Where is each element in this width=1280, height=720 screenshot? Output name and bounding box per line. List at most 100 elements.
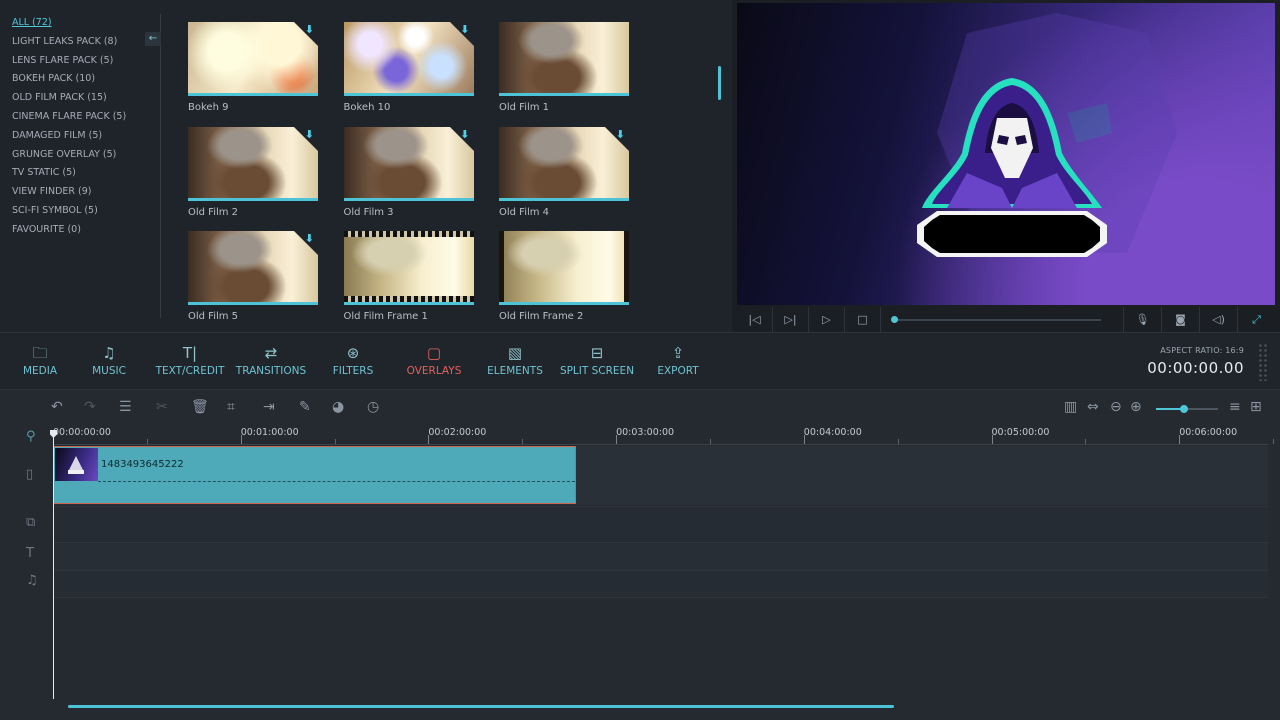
ruler-time-label: 00:02:00:00	[428, 427, 487, 438]
music-note-icon: ♫	[102, 344, 116, 362]
thumbnail-underline	[188, 302, 318, 305]
volume-icon[interactable]: ◁)	[1199, 307, 1237, 332]
tab-media[interactable]: 🗀 MEDIA	[0, 343, 80, 377]
category-item[interactable]: SCI-FI SYMBOL (5)	[0, 202, 160, 221]
playhead[interactable]	[53, 433, 54, 699]
adjust-icon[interactable]: ☰	[119, 399, 132, 415]
cut-icon[interactable]: ✂	[156, 399, 168, 415]
snapshot-camera-icon[interactable]: ◙	[1161, 307, 1199, 332]
overlay-thumbnail[interactable]: ⬇ Old Film 3	[343, 126, 474, 218]
time-ruler[interactable]: 00:00:00:00 00:01:00:00 00:02:00:00 00:03:0…	[53, 425, 1275, 445]
video-track[interactable]: 1483493645222	[53, 446, 1268, 505]
download-icon[interactable]: ⬇	[460, 24, 469, 35]
audio-meter-icon[interactable]: ▥	[1064, 399, 1077, 415]
color-palette-icon[interactable]: ◕	[332, 399, 344, 415]
overlay-thumbnail[interactable]: ⬇ Bokeh 10	[343, 22, 474, 113]
tab-elements[interactable]: ▧ ELEMENTS	[475, 343, 555, 377]
library-scrollbar[interactable]	[718, 66, 721, 100]
category-item[interactable]: GRUNGE OVERLAY (5)	[0, 146, 160, 165]
detach-icon[interactable]: ⇥	[263, 399, 275, 415]
download-icon[interactable]: ⬇	[305, 24, 314, 35]
folder-icon: 🗀	[32, 344, 48, 362]
music-track-icon: ♫	[26, 573, 38, 588]
tab-filters[interactable]: ⊛ FILTERS	[313, 343, 393, 377]
clock-icon[interactable]: ◷	[367, 399, 379, 415]
fit-timeline-icon[interactable]: ⇔	[1087, 399, 1099, 415]
tab-label: ELEMENTS	[487, 365, 543, 377]
list-view-icon[interactable]: ≡	[1229, 399, 1241, 415]
redo-icon[interactable]: ↷	[84, 399, 96, 415]
delete-icon[interactable]: 🗑	[191, 399, 209, 415]
tab-export[interactable]: ⇪ EXPORT	[638, 343, 718, 377]
fullscreen-icon[interactable]: ⤢	[1237, 307, 1275, 332]
category-item[interactable]: FAVOURITE (0)	[0, 221, 160, 240]
skip-to-start-icon[interactable]: |◁	[737, 307, 773, 332]
overlay-thumbnail[interactable]: ⬇ Old Film 5	[188, 231, 318, 322]
music-track[interactable]	[53, 570, 1268, 598]
undo-icon[interactable]: ↶	[51, 399, 63, 415]
grid-view-icon[interactable]: ⊞	[1250, 399, 1262, 415]
timeline-scrollbar[interactable]	[68, 705, 894, 708]
video-clip[interactable]: 1483493645222	[53, 446, 576, 504]
overlay-thumbnail[interactable]: ⬇ Old Film 4	[499, 126, 629, 218]
download-icon[interactable]: ⬇	[305, 233, 314, 244]
thumbnail-image: ⬇	[188, 231, 318, 305]
tab-overlays[interactable]: ▢ OVERLAYS	[394, 343, 474, 377]
reaper-logo-graphic	[917, 78, 1107, 257]
overlay-thumbnail[interactable]: Old Film Frame 2	[499, 231, 629, 322]
tab-split-screen[interactable]: ⊟ SPLIT SCREEN	[557, 343, 637, 377]
overlay-thumbnail[interactable]: ⬇ Bokeh 9	[188, 22, 318, 113]
overlay-thumbnail[interactable]: Old Film 1	[499, 22, 629, 113]
tab-label: MEDIA	[22, 365, 58, 377]
overlay-thumbnail[interactable]: ⬇ Old Film 2	[188, 126, 318, 218]
category-item[interactable]: TV STATIC (5)	[0, 164, 160, 183]
thumbnail-label: Old Film 1	[499, 102, 550, 113]
stop-icon[interactable]: □	[845, 307, 881, 332]
category-item[interactable]: BOKEH PACK (10)	[0, 70, 160, 89]
thumbnail-underline	[499, 197, 629, 201]
tab-music[interactable]: ♫ MUSIC	[69, 343, 149, 377]
snap-magnet-icon[interactable]: ⚲	[26, 429, 36, 444]
playback-seek-bar[interactable]	[891, 307, 1113, 332]
media-library: ALL (72) LIGHT LEAKS PACK (8) LENS FLARE P…	[0, 0, 732, 332]
thumbnail-label: Bokeh 10	[343, 102, 391, 113]
category-item[interactable]: DAMAGED FILM (5)	[0, 127, 160, 146]
overlay-thumbnail[interactable]: Old Film Frame 1	[343, 231, 474, 322]
category-item[interactable]: CINEMA FLARE PACK (5)	[0, 108, 160, 127]
category-item[interactable]: VIEW FINDER (9)	[0, 183, 160, 202]
overlay-track[interactable]	[53, 506, 1268, 542]
tab-text-credit[interactable]: T| TEXT/CREDIT	[150, 343, 230, 377]
grip-handle[interactable]	[1258, 343, 1268, 381]
step-frame-icon[interactable]: ▷|	[773, 307, 809, 332]
play-icon[interactable]: ▷	[809, 307, 845, 332]
thumbnail-underline	[499, 302, 629, 305]
preview-screen	[737, 3, 1275, 305]
collapse-panel-button[interactable]: ←	[145, 32, 161, 46]
seek-knob[interactable]	[891, 316, 898, 323]
thumbnail-underline	[343, 302, 474, 305]
zoom-slider[interactable]	[1156, 405, 1218, 413]
ruler-tick	[522, 439, 524, 444]
zoom-slider-knob[interactable]	[1180, 405, 1188, 413]
tab-label: MUSIC	[92, 365, 126, 377]
filter-icon: ⊛	[346, 344, 360, 362]
download-icon[interactable]: ⬇	[305, 129, 314, 140]
category-item[interactable]: LIGHT LEAKS PACK (8)	[0, 33, 160, 52]
microphone-icon[interactable]: 🎙	[1123, 307, 1161, 332]
power-tool-icon[interactable]: ✎	[299, 399, 311, 415]
download-icon[interactable]: ⬇	[460, 129, 469, 140]
crop-icon[interactable]: ⌗	[227, 399, 235, 415]
download-icon[interactable]: ⬇	[616, 129, 625, 140]
text-track[interactable]	[53, 542, 1268, 570]
thumbnail-underline	[188, 197, 318, 201]
thumbnail-image	[499, 231, 629, 305]
category-item[interactable]: OLD FILM PACK (15)	[0, 89, 160, 108]
ruler-time-label: 00:03:00:00	[616, 427, 675, 438]
zoom-out-icon[interactable]: ⊖	[1110, 399, 1122, 415]
category-item[interactable]: ALL (72)	[0, 14, 160, 33]
zoom-in-icon[interactable]: ⊕	[1130, 399, 1142, 415]
ruler-tick	[897, 439, 899, 444]
tab-transitions[interactable]: ⇄ TRANSITIONS	[231, 343, 311, 377]
ruler-tick	[803, 435, 805, 444]
category-item[interactable]: LENS FLARE PACK (5)	[0, 52, 160, 71]
